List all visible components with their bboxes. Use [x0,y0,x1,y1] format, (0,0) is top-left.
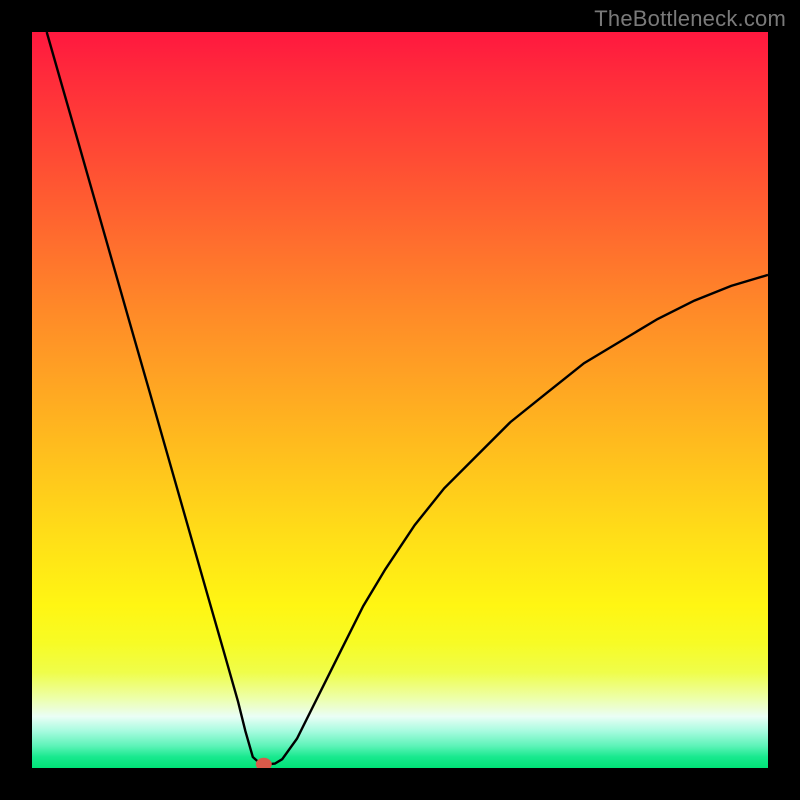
watermark-text: TheBottleneck.com [594,6,786,32]
bottleneck-curve [47,32,768,764]
optimum-marker [256,758,272,768]
chart-svg [32,32,768,768]
plot-area [32,32,768,768]
